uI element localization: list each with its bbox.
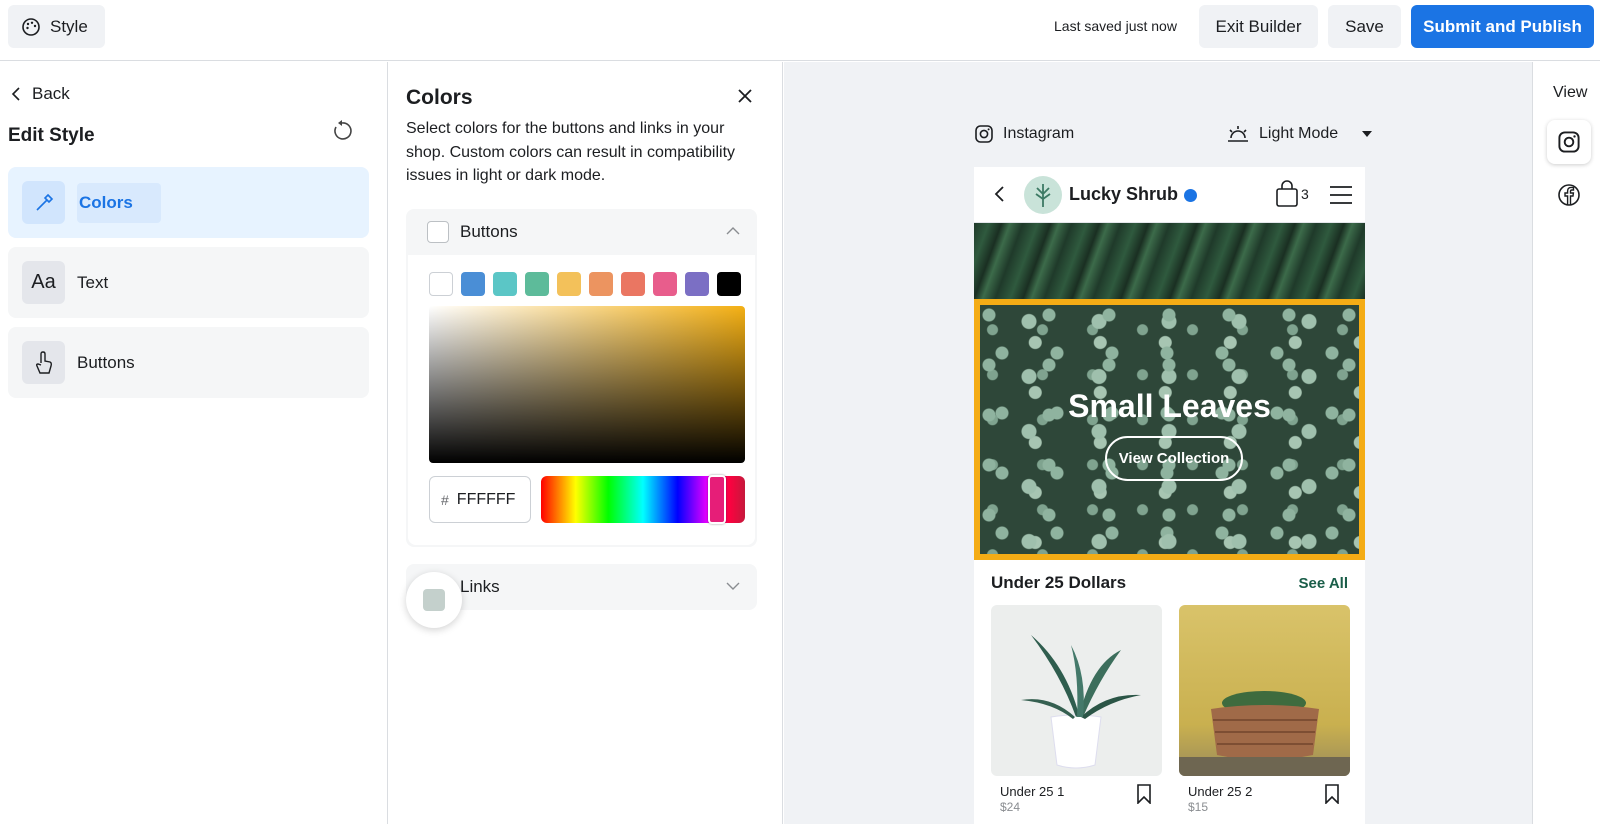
palette-icon (22, 17, 40, 36)
buttons-section-header[interactable]: Buttons (406, 209, 757, 255)
sidebar-item-buttons[interactable]: Buttons (8, 327, 369, 398)
menu-icon[interactable] (1329, 184, 1353, 206)
view-instagram-button[interactable] (1547, 120, 1591, 164)
hex-hash: # (441, 491, 449, 508)
color-swatch[interactable] (621, 272, 645, 296)
shop-name: Lucky Shrub (1069, 184, 1198, 205)
view-label: View (1553, 84, 1588, 101)
color-swatch[interactable] (429, 272, 453, 296)
verified-badge-icon (1184, 188, 1198, 202)
eyedropper-icon (22, 181, 65, 224)
panel-description: Select colors for the buttons and links … (406, 120, 736, 184)
colors-panel: Colors Select colors for the buttons and… (389, 62, 783, 824)
bookmark-icon[interactable] (1324, 784, 1340, 804)
panel-title: Colors (406, 86, 473, 109)
color-swatch[interactable] (557, 272, 581, 296)
hue-slider[interactable] (541, 475, 745, 524)
mode-label: Light Mode (1259, 125, 1339, 142)
buttons-section-label: Buttons (460, 222, 518, 241)
color-swatch[interactable] (461, 272, 485, 296)
shop-logo (1024, 176, 1062, 214)
style-label: Style (50, 16, 88, 36)
sidebar-item-text[interactable]: Aa Text (8, 247, 369, 318)
sidebar-item-label: Text (77, 272, 109, 292)
facebook-icon[interactable] (1557, 183, 1581, 207)
product-price: $15 (1188, 800, 1209, 814)
back-label: Back (32, 84, 70, 103)
hex-color-input[interactable]: # FFFFFF (429, 476, 531, 523)
instagram-icon (1558, 131, 1580, 153)
last-saved-status: Last saved just now (1054, 18, 1177, 34)
cover-image (974, 223, 1365, 299)
text-aa-icon: Aa (22, 261, 65, 304)
shop-name-text: Lucky Shrub (1069, 184, 1179, 204)
cart-count: 3 (1301, 186, 1309, 202)
buttons-current-color-swatch (427, 221, 449, 243)
caret-down-icon (1362, 131, 1373, 137)
preset-swatches (429, 272, 741, 296)
submit-and-publish-button[interactable]: Submit and Publish (1411, 5, 1594, 48)
bookmark-icon[interactable] (1136, 784, 1152, 804)
color-swatch[interactable] (493, 272, 517, 296)
links-color-knob[interactable] (406, 572, 462, 628)
sidebar-item-label: Buttons (77, 352, 135, 372)
shop-header: Lucky Shrub 3 (974, 167, 1365, 223)
view-collection-button[interactable]: View Collection (1105, 436, 1243, 481)
shopping-bag-icon[interactable] (1275, 180, 1299, 208)
chevron-down-icon (726, 582, 740, 590)
sidebar-title: Edit Style (8, 125, 95, 146)
color-swatch[interactable] (589, 272, 613, 296)
product-name: Under 25 2 (1188, 784, 1253, 799)
hero-banner[interactable]: Small Leaves View Collection (974, 299, 1365, 560)
cactus-bowl-image (1179, 691, 1350, 776)
succulent-plant-image (1021, 635, 1141, 769)
saturation-brightness-picker[interactable] (429, 306, 745, 463)
hero-title: Small Leaves (1068, 388, 1271, 424)
chevron-up-icon (726, 227, 740, 235)
preview-platform: Instagram (974, 124, 1074, 144)
view-rail: View (1532, 62, 1600, 824)
product-image[interactable] (991, 605, 1162, 776)
mode-dropdown[interactable]: Light Mode (1226, 124, 1373, 144)
exit-builder-button[interactable]: Exit Builder (1199, 5, 1318, 48)
pointer-hand-icon (22, 341, 65, 384)
section-title: Under 25 Dollars (991, 573, 1127, 592)
platform-label: Instagram (1003, 125, 1075, 142)
product-price: $24 (1000, 800, 1021, 814)
buttons-color-section: Buttons # FFFFFF (406, 209, 757, 547)
chevron-left-icon[interactable] (990, 184, 1010, 204)
back-link[interactable]: Back (10, 84, 70, 104)
color-swatch[interactable] (685, 272, 709, 296)
shop-preview-phone: Lucky Shrub 3 Small Leaves View Collecti… (974, 167, 1365, 824)
close-icon[interactable] (735, 86, 755, 106)
save-button[interactable]: Save (1328, 5, 1401, 48)
color-swatch[interactable] (525, 272, 549, 296)
instagram-icon (975, 125, 993, 143)
chevron-left-icon (11, 87, 20, 101)
product-image[interactable] (1179, 605, 1350, 776)
buttons-color-picker: # FFFFFF (408, 255, 755, 545)
reset-icon[interactable] (330, 119, 354, 143)
sidebar-item-label: Colors (77, 182, 161, 223)
links-current-color-swatch (423, 589, 445, 611)
product-name: Under 25 1 (1000, 784, 1065, 799)
links-section-label: Links (460, 577, 500, 596)
edit-style-sidebar: Back Edit Style Colors Aa Text Buttons (0, 62, 388, 824)
hue-slider-handle[interactable] (708, 475, 726, 524)
plant-logo-icon (1035, 184, 1051, 207)
see-all-link[interactable]: See All (1299, 575, 1348, 592)
style-button[interactable]: Style (8, 5, 105, 48)
sunrise-icon (1228, 126, 1248, 142)
sidebar-item-colors[interactable]: Colors (8, 167, 369, 238)
hex-value: FFFFFF (456, 490, 516, 508)
color-swatch[interactable] (717, 272, 741, 296)
color-swatch[interactable] (653, 272, 677, 296)
top-bar: Style Last saved just now Exit Builder S… (0, 0, 1600, 61)
